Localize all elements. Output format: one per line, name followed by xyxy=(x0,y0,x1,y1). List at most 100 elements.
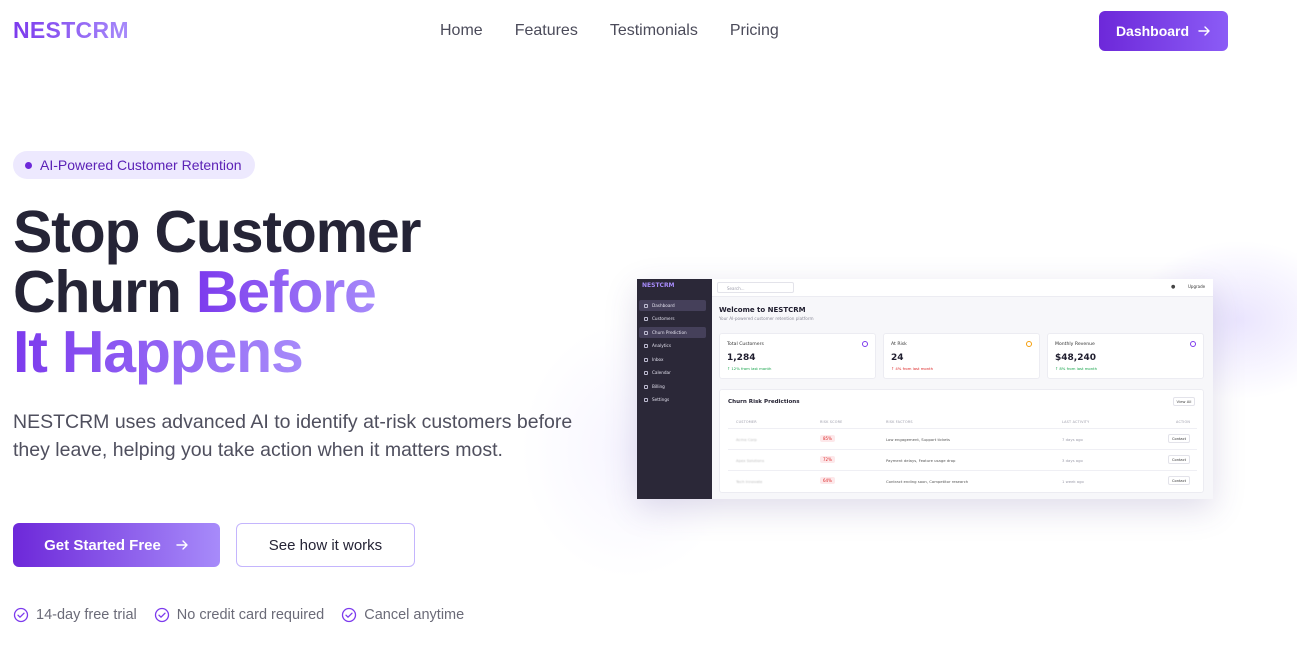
preview-sidebar-item: Analytics xyxy=(639,340,706,351)
row-last-activity: 1 week ago xyxy=(1062,479,1084,484)
perk-text: Cancel anytime xyxy=(364,607,465,623)
row-factors: Contract ending soon, Competitor researc… xyxy=(886,479,969,484)
card-icon xyxy=(644,384,648,389)
row-customer: Acme Corp xyxy=(736,437,757,442)
nav-link-testimonials[interactable]: Testimonials xyxy=(610,22,698,40)
headline-accent: Before xyxy=(195,259,377,325)
stat-value: 24 xyxy=(891,353,904,363)
check-circle-icon xyxy=(342,607,357,623)
stat-label: Monthly Revenue xyxy=(1055,342,1095,347)
headline-line-3: It Happens xyxy=(13,319,304,385)
table-row: Acme Corp 85% Low engagement, Support ti… xyxy=(728,428,1197,449)
nav-link-home[interactable]: Home xyxy=(440,22,483,40)
table-row: Tech Innovate 64% Contract ending soon, … xyxy=(728,470,1197,491)
warning-icon xyxy=(1026,341,1032,347)
preview-search: Search... xyxy=(717,282,794,293)
column-header: LAST ACTIVITY xyxy=(1062,420,1090,424)
nav-links: Home Features Testimonials Pricing xyxy=(440,22,779,40)
preview-topbar: Search... ● Upgrade xyxy=(712,279,1213,297)
preview-sidebar-item: Inbox xyxy=(639,354,706,365)
stat-label: Total Customers xyxy=(727,342,764,347)
preview-sidebar-label: Analytics xyxy=(652,343,672,348)
hero-headline: Stop Customer Churn Before It Happens xyxy=(13,199,421,385)
stat-change: ↑ 4% from last month xyxy=(891,366,934,371)
column-header: CUSTOMER xyxy=(736,420,757,424)
preview-sidebar-label: Billing xyxy=(652,384,665,389)
perks-list: 14-day free trial No credit card require… xyxy=(13,607,464,623)
nav-link-pricing[interactable]: Pricing xyxy=(730,22,779,40)
row-factors: Payment delays, Feature usage drop xyxy=(886,458,956,463)
row-contact-button: Contact xyxy=(1168,455,1190,464)
perk-text: No credit card required xyxy=(176,607,325,623)
brand-logo[interactable]: NESTCRM xyxy=(13,17,129,44)
headline-line-2: Churn xyxy=(13,259,196,325)
preview-sidebar-item: Billing xyxy=(639,381,706,392)
preview-sidebar-label: Settings xyxy=(652,397,670,402)
column-header: RISK SCORE xyxy=(820,420,843,424)
preview-sidebar-label: Inbox xyxy=(652,357,664,362)
preview-table-title: Churn Risk Predictions xyxy=(728,399,800,405)
perk-item: 14-day free trial xyxy=(13,607,137,623)
preview-stat-card: Total Customers 1,284 ↑ 12% from last mo… xyxy=(719,333,876,379)
row-customer: Apex Solutions xyxy=(736,458,765,463)
nav-link-features[interactable]: Features xyxy=(515,22,578,40)
preview-sidebar-label: Calendar xyxy=(652,370,671,375)
preview-stat-card: Monthly Revenue $48,240 ↑ 8% from last m… xyxy=(1047,333,1204,379)
preview-sidebar-label: Churn Prediction xyxy=(652,330,687,335)
dashboard-button[interactable]: Dashboard xyxy=(1099,11,1228,51)
hero-subtitle: NESTCRM uses advanced AI to identify at-… xyxy=(13,411,573,461)
hero-badge: AI-Powered Customer Retention xyxy=(13,151,255,179)
preview-sidebar-label: Dashboard xyxy=(652,303,675,308)
preview-upgrade: Upgrade xyxy=(1188,284,1206,289)
get-started-label: Get Started Free xyxy=(44,536,161,554)
row-last-activity: 7 days ago xyxy=(1062,437,1083,442)
hero-badge-text: AI-Powered Customer Retention xyxy=(40,157,242,173)
stat-change: ↑ 12% from last month xyxy=(727,366,772,371)
clock-icon xyxy=(1190,341,1196,347)
column-header: ACTION xyxy=(1176,420,1191,424)
row-last-activity: 3 days ago xyxy=(1062,458,1083,463)
row-risk-badge: 64% xyxy=(820,477,835,484)
see-how-button[interactable]: See how it works xyxy=(236,523,415,567)
preview-welcome-title: Welcome to NESTCRM xyxy=(719,306,806,314)
dashboard-button-label: Dashboard xyxy=(1115,23,1190,39)
preview-logo: NESTCRM xyxy=(642,282,675,289)
gear-icon xyxy=(644,397,648,402)
row-contact-button: Contact xyxy=(1168,476,1190,485)
row-customer: Tech Innovate xyxy=(736,479,763,484)
preview-sidebar-item: Dashboard xyxy=(639,300,706,311)
table-row: Apex Solutions 72% Payment delays, Featu… xyxy=(728,449,1197,470)
check-circle-icon xyxy=(154,607,169,623)
preview-churn-table: Churn Risk Predictions View All CUSTOMER… xyxy=(719,389,1204,493)
stat-value: 1,284 xyxy=(727,353,756,363)
row-risk-badge: 85% xyxy=(820,435,835,442)
alert-icon xyxy=(644,330,648,335)
headline-line-1: Stop Customer xyxy=(13,199,421,265)
check-circle-icon xyxy=(13,607,29,623)
users-icon xyxy=(644,316,648,321)
stat-label: At Risk xyxy=(891,342,907,347)
users-icon xyxy=(862,341,868,347)
perk-text: 14-day free trial xyxy=(36,607,137,623)
arrow-right-icon xyxy=(175,538,189,552)
preview-sidebar-item: Settings xyxy=(639,394,706,405)
arrow-right-icon xyxy=(1197,24,1211,38)
preview-sidebar-item: Customers xyxy=(639,313,706,324)
stat-change: ↑ 8% from last month xyxy=(1055,366,1098,371)
bell-icon: ● xyxy=(1171,284,1176,290)
preview-sidebar-label: Customers xyxy=(652,316,675,321)
dot-icon xyxy=(25,161,32,169)
calendar-icon xyxy=(644,370,648,375)
row-factors: Low engagement, Support tickets xyxy=(886,437,950,442)
get-started-button[interactable]: Get Started Free xyxy=(13,523,220,567)
perk-item: No credit card required xyxy=(154,607,325,623)
dashboard-preview: NESTCRM Dashboard Customers Churn Predic… xyxy=(637,279,1213,499)
preview-sidebar: NESTCRM Dashboard Customers Churn Predic… xyxy=(637,279,712,499)
home-icon xyxy=(644,303,648,308)
preview-sidebar-item: Churn Prediction xyxy=(639,327,706,338)
perk-item: Cancel anytime xyxy=(341,607,464,623)
preview-sidebar-item: Calendar xyxy=(639,367,706,378)
chart-icon xyxy=(644,343,648,348)
row-risk-badge: 72% xyxy=(820,456,835,463)
column-header: RISK FACTORS xyxy=(886,420,913,424)
